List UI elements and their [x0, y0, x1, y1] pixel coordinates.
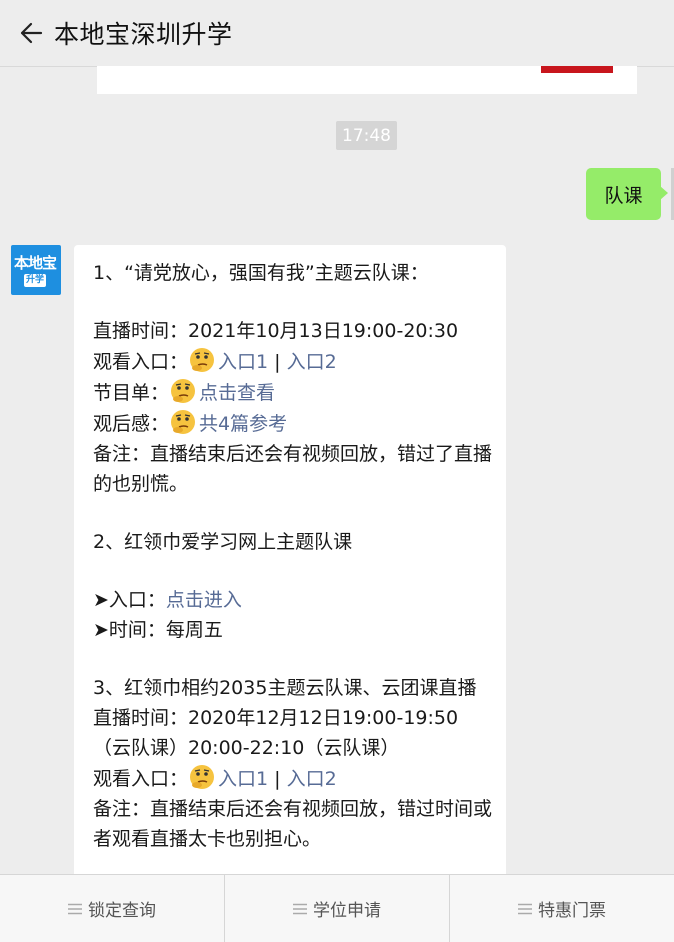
- section1-review-link[interactable]: 共4篇参考: [199, 413, 287, 435]
- menu-item-label: 学位申请: [313, 901, 381, 921]
- back-button[interactable]: [12, 15, 48, 51]
- section2-entry-link[interactable]: 点击进入: [166, 589, 242, 611]
- thinking-face-icon: [188, 763, 216, 791]
- section2-entry-row: ➤入口：点击进入: [93, 585, 493, 615]
- section3-watch-label: 观看入口：: [93, 768, 189, 790]
- section1-watch-row: 观看入口： 入口1 | 入口2: [93, 346, 493, 377]
- section1-program-link[interactable]: 点击查看: [199, 382, 275, 404]
- section2-time: ➤时间：每周五: [93, 619, 223, 641]
- thinking-face-icon: [169, 377, 197, 405]
- section1-review-label: 观后感：: [93, 413, 170, 435]
- section1-separator: |: [268, 351, 287, 373]
- section2-entry-label: ➤入口：: [93, 589, 166, 611]
- section2-title: 2、红领巾爱学习网上主题队课: [93, 531, 353, 553]
- avatar-text-sub: 升学: [24, 274, 46, 287]
- section1-program-label: 节目单：: [93, 382, 170, 404]
- section1-program-row: 节目单： 点击查看: [93, 377, 493, 408]
- section1-watch-label: 观看入口：: [93, 351, 189, 373]
- back-arrow-icon: [20, 22, 43, 44]
- thinking-face-icon: [169, 408, 197, 436]
- menu-lines-icon: [68, 903, 82, 914]
- section3-separator: |: [268, 768, 287, 790]
- section3-note: 备注：直播结束后还会有视频回放，错过时间或者观看直播太卡也别担心。: [93, 798, 493, 850]
- article-accent-bar: [541, 66, 613, 73]
- section3-title: 3、红领巾相约2035主题云队课、云团课直播: [93, 677, 477, 699]
- chat-header: 本地宝深圳升学: [0, 0, 674, 67]
- thinking-face-icon: [188, 346, 216, 374]
- section1-entry2-link[interactable]: 入口2: [287, 351, 337, 373]
- message-content: 1、“请党放心，强国有我”主题云队课： 直播时间：2021年10月13日19:0…: [93, 258, 493, 854]
- timestamp: 17:48: [336, 121, 397, 150]
- section3-time: 直播时间：2020年12月12日19:00-19:50（云队课）20:00-22…: [93, 707, 459, 759]
- section1-title: 1、“请党放心，强国有我”主题云队课：: [93, 262, 429, 284]
- section3-entry2-link[interactable]: 入口2: [287, 768, 337, 790]
- chat-title: 本地宝深圳升学: [54, 20, 233, 49]
- menu-item-label: 锁定查询: [88, 901, 156, 921]
- received-message-bubble: 1、“请党放心，强国有我”主题云队课： 直播时间：2021年10月13日19:0…: [74, 245, 506, 885]
- avatar-text-main: 本地宝: [14, 254, 57, 272]
- menu-item-lock-query[interactable]: 锁定查询: [0, 875, 224, 942]
- section1-entry1-link[interactable]: 入口1: [218, 351, 268, 373]
- bottom-menu-bar: 锁定查询 学位申请 特惠门票: [0, 874, 674, 942]
- section3-entry1-link[interactable]: 入口1: [218, 768, 268, 790]
- section1-note: 备注：直播结束后还会有视频回放，错过了直播的也别慌。: [93, 443, 493, 495]
- menu-lines-icon: [293, 903, 307, 914]
- section1-review-row: 观后感： 共4篇参考: [93, 408, 493, 439]
- menu-item-discount-tickets[interactable]: 特惠门票: [449, 875, 674, 942]
- account-avatar[interactable]: 本地宝 升学: [11, 245, 61, 295]
- menu-item-label: 特惠门票: [538, 901, 606, 921]
- previous-article-card[interactable]: [97, 66, 637, 94]
- menu-lines-icon: [518, 903, 532, 914]
- section1-time: 直播时间：2021年10月13日19:00-20:30: [93, 320, 459, 342]
- section3-watch-row: 观看入口： 入口1 | 入口2: [93, 763, 493, 794]
- menu-item-school-place[interactable]: 学位申请: [224, 875, 449, 942]
- sent-message-bubble[interactable]: 队课: [586, 168, 668, 220]
